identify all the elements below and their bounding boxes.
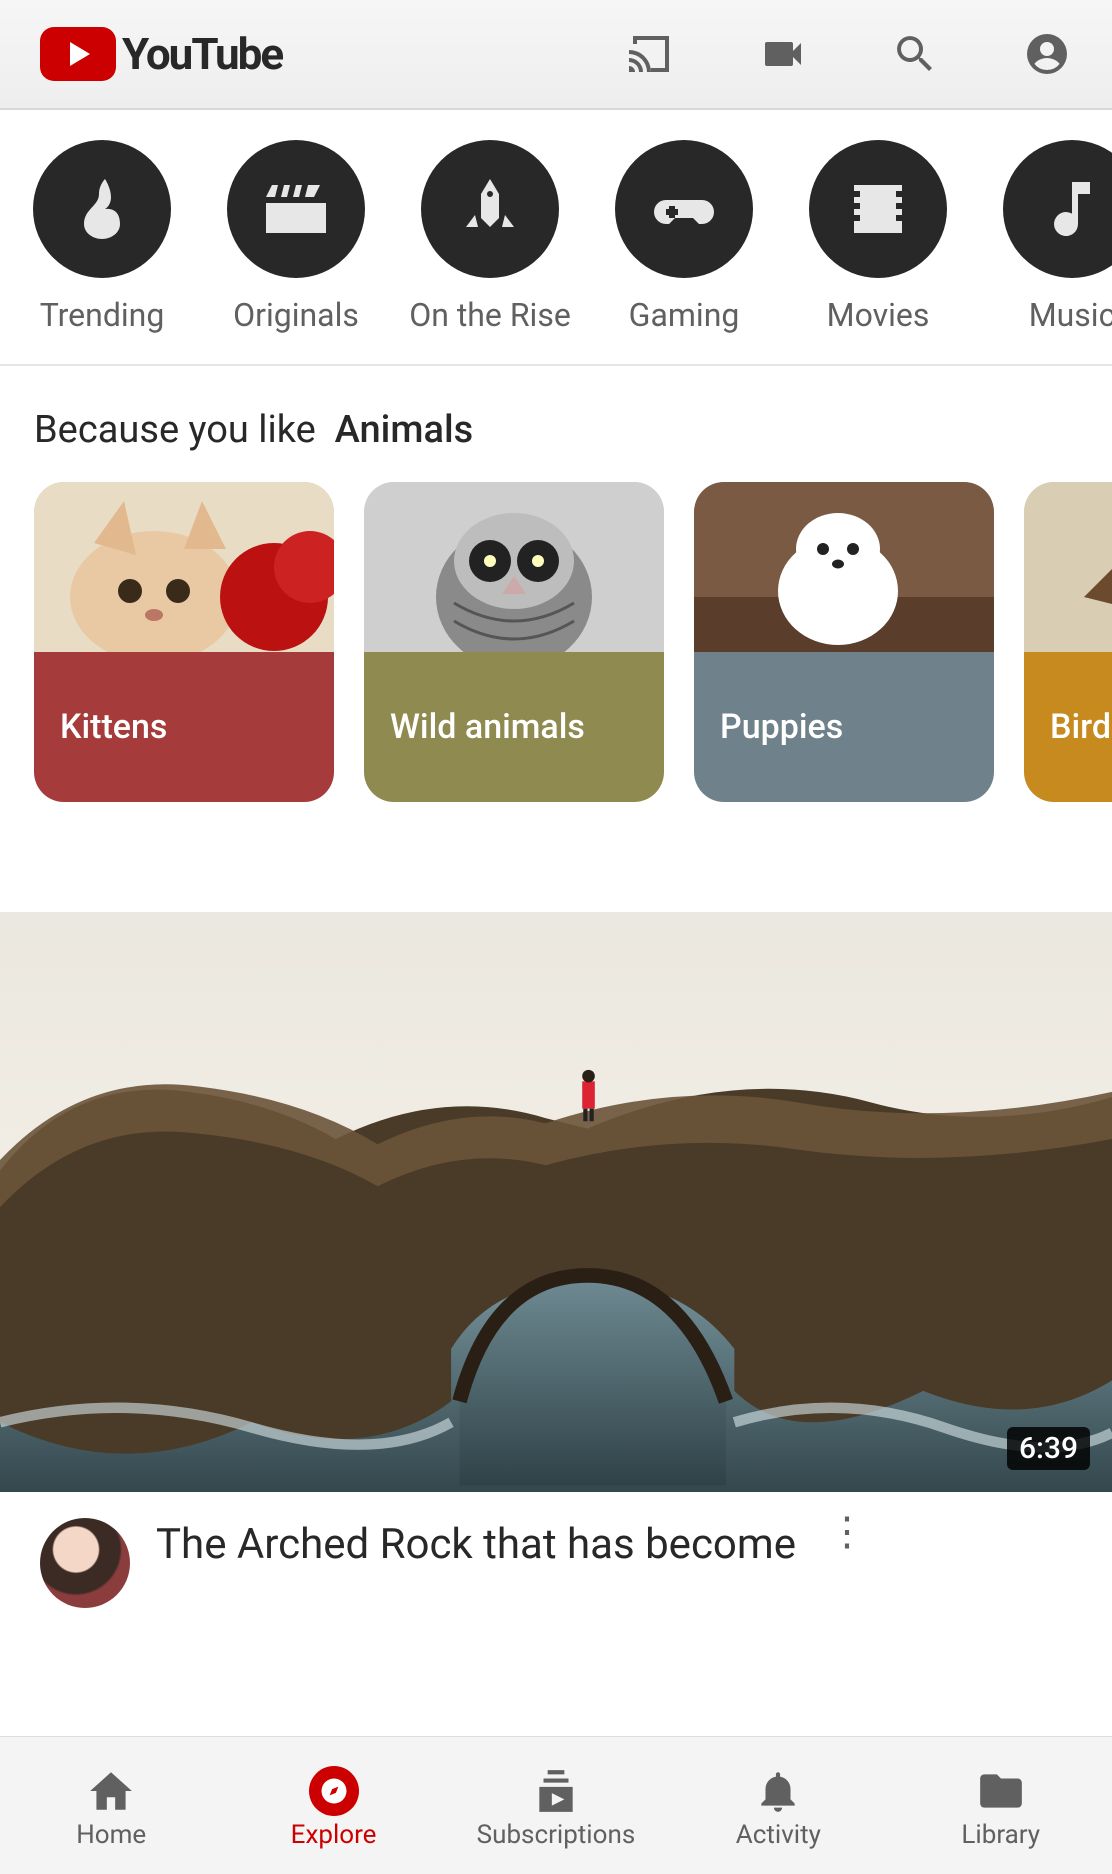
music-note-icon [1003,140,1112,278]
nav-label: Explore [291,1820,377,1850]
nav-label: Library [961,1820,1040,1850]
video-thumbnail[interactable]: 6:39 [0,912,1112,1492]
video-meta: The Arched Rock that has become ⋮ [0,1492,1112,1608]
category-trending[interactable]: Trending [22,140,182,334]
nav-subscriptions[interactable]: Subscriptions [456,1766,656,1850]
topic-card-birds[interactable]: Birds [1024,482,1112,802]
youtube-logo[interactable]: YouTube [40,27,282,81]
video-duration: 6:39 [1007,1427,1090,1470]
clapper-icon [227,140,365,278]
youtube-play-icon [40,27,116,81]
owl-image [364,482,664,652]
subscriptions-icon [531,1766,581,1816]
nav-label: Activity [736,1820,821,1850]
nav-explore[interactable]: Explore [234,1766,434,1850]
topic-cards-row[interactable]: Kittens Wild animals [0,482,1112,802]
channel-avatar[interactable] [40,1518,130,1608]
video-item[interactable]: 6:39 The Arched Rock that has become ⋮ [0,912,1112,1608]
topic-card-kittens[interactable]: Kittens [34,482,334,802]
nav-label: Home [76,1820,146,1850]
category-label: Trending [40,296,165,334]
bird-image [1024,482,1112,652]
category-gaming[interactable]: Gaming [604,140,764,334]
section-header: Because you like Animals [0,366,1112,482]
search-icon[interactable] [880,19,950,89]
bottom-nav: Home Explore Subscriptions Activity Libr… [0,1736,1112,1874]
category-movies[interactable]: Movies [798,140,958,334]
category-label: On the Rise [409,296,571,334]
topic-label: Wild animals [364,652,664,802]
nav-library[interactable]: Library [901,1766,1101,1850]
home-icon [86,1766,136,1816]
topic-label: Puppies [694,652,994,802]
app-bar: YouTube [0,0,1112,110]
camera-icon[interactable] [748,19,818,89]
nav-home[interactable]: Home [11,1766,211,1850]
topic-label: Kittens [34,652,334,802]
film-icon [809,140,947,278]
category-music[interactable]: Music [992,140,1112,334]
kitten-image [34,482,334,652]
section-topic: Animals [335,408,474,452]
category-ontherise[interactable]: On the Rise [410,140,570,334]
compass-icon [309,1766,359,1816]
gamepad-icon [615,140,753,278]
section-prefix: Because you like [34,408,316,452]
category-row[interactable]: Trending Originals On the Rise Gaming Mo… [0,110,1112,366]
nav-activity[interactable]: Activity [678,1766,878,1850]
folder-icon [976,1766,1026,1816]
bell-icon [753,1766,803,1816]
account-icon[interactable] [1012,19,1082,89]
flame-icon [33,140,171,278]
nav-label: Subscriptions [477,1820,636,1850]
rocket-icon [421,140,559,278]
video-title[interactable]: The Arched Rock that has become [156,1518,796,1573]
youtube-wordmark: YouTube [122,28,282,80]
cast-icon[interactable] [616,19,686,89]
puppy-image [694,482,994,652]
topic-card-wild-animals[interactable]: Wild animals [364,482,664,802]
topic-card-puppies[interactable]: Puppies [694,482,994,802]
topic-label: Birds [1024,652,1112,802]
category-originals[interactable]: Originals [216,140,376,334]
category-label: Movies [827,296,930,334]
category-label: Gaming [629,296,740,334]
category-label: Originals [233,296,359,334]
more-options-icon[interactable]: ⋮ [822,1518,872,1546]
category-label: Music [1029,296,1112,334]
